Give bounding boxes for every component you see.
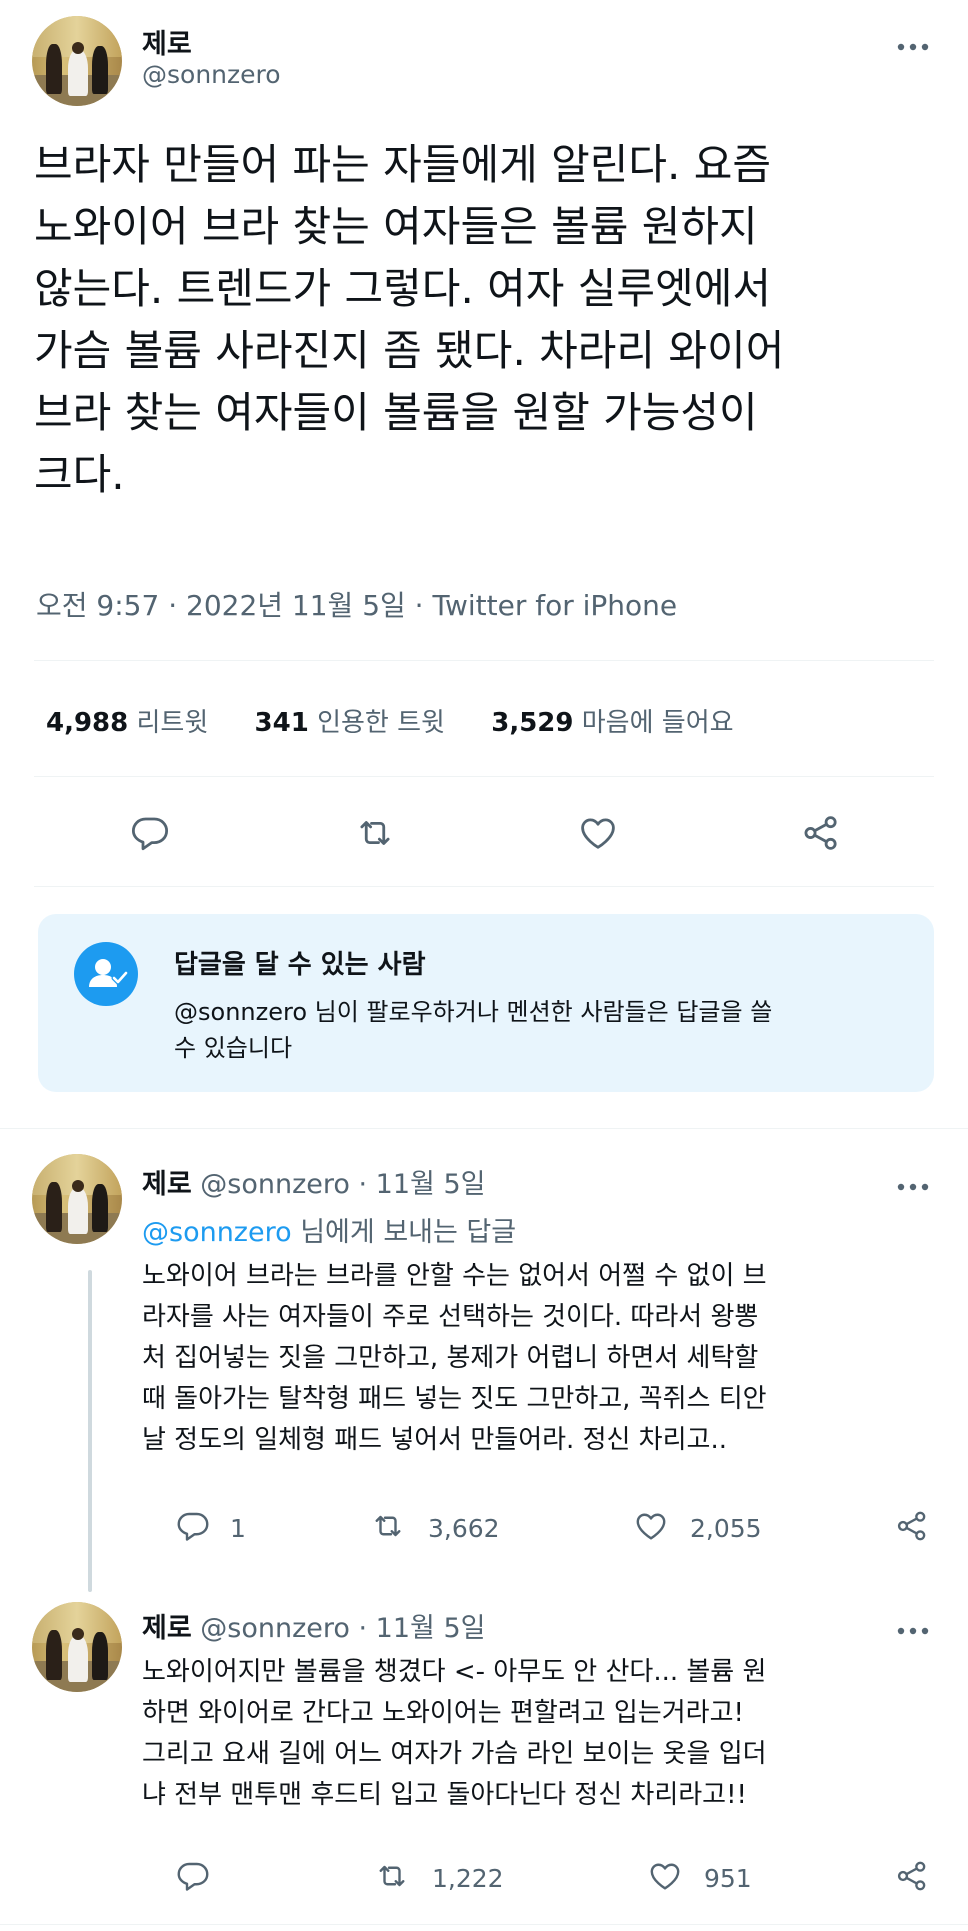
heart-icon[interactable] — [576, 812, 620, 854]
retweet-icon[interactable] — [368, 1508, 408, 1548]
reply-text-line: 라자를 사는 여자들이 주로 선택하는 것이다. 따라서 왕뽕 — [142, 1302, 759, 1332]
person-check-icon — [74, 942, 138, 1006]
avatar[interactable] — [32, 1602, 122, 1692]
reply-text-line: 그리고 요새 길에 어느 여자가 가슴 라인 보이는 옷을 입더 — [142, 1739, 767, 1769]
quote-stat[interactable]: 341 인용한 트윗 — [255, 708, 454, 738]
reply-text: 노와이어지만 볼륨을 챙겼다 <- 아무도 안 산다... 볼륨 원 하면 와이… — [142, 1652, 767, 1816]
like-stat[interactable]: 3,529 마음에 들어요 — [491, 708, 733, 738]
divider — [34, 660, 934, 661]
divider — [34, 776, 934, 777]
heart-icon[interactable] — [646, 1858, 684, 1898]
tweet-text-line: 크다. — [34, 450, 125, 499]
replying-to-handle[interactable]: @sonnzero — [142, 1217, 292, 1248]
retweet-count: 1,222 — [432, 1863, 504, 1893]
retweet-count: 4,988 — [46, 708, 129, 738]
reply-count: 1 — [230, 1513, 246, 1543]
retweet-icon[interactable] — [372, 1858, 412, 1898]
tweet-text: 브라자 만들어 파는 자들에게 알린다. 요즘 노와이어 브라 찾는 여자들은 … — [34, 134, 944, 506]
tweet-text-line: 노와이어 브라 찾는 여자들은 볼륨 원하지 — [34, 202, 758, 251]
heart-icon[interactable] — [632, 1508, 670, 1548]
notice-body: @sonnzero 님이 팔로우하거나 멘션한 사람들은 답글을 쓸 수 있습니… — [174, 994, 772, 1066]
share-icon[interactable] — [800, 812, 842, 854]
avatar[interactable] — [32, 16, 122, 106]
tweet-text-line: 않는다. 트렌드가 그렇다. 여자 실루엣에서 — [34, 264, 771, 313]
retweet-count: 3,662 — [428, 1513, 500, 1543]
reply-text-line: 때 돌아가는 탈착형 패드 넣는 짓도 그만하고, 꼭쥐스 티안 — [142, 1384, 767, 1414]
reply-action[interactable]: 1 — [174, 1508, 246, 1548]
like-count: 2,055 — [690, 1513, 762, 1543]
tweet-text-line: 브라자 만들어 파는 자들에게 알린다. 요즘 — [34, 140, 771, 189]
reply-action[interactable] — [174, 1858, 230, 1898]
reply-header: 제로 @sonnzero · 11월 5일 — [142, 1162, 485, 1201]
avatar[interactable] — [32, 1154, 122, 1244]
more-dots-icon[interactable] — [896, 34, 930, 54]
share-icon[interactable] — [894, 1508, 930, 1548]
divider — [34, 886, 934, 887]
replying-to: @sonnzero 님에게 보내는 답글 — [142, 1210, 516, 1249]
more-dots-icon[interactable] — [896, 1618, 930, 1638]
display-name[interactable]: 제로 — [142, 1613, 192, 1644]
reply-text-line: 하면 와이어로 간다고 노와이어는 편할려고 입는거라고! — [142, 1698, 744, 1728]
reply-text-line: 노와이어지만 볼륨을 챙겼다 <- 아무도 안 산다... 볼륨 원 — [142, 1657, 767, 1687]
retweet-stat[interactable]: 4,988 리트윗 — [46, 708, 217, 738]
reply-text-line: 냐 전부 맨투맨 후드티 입고 돌아다닌다 정신 차리라고!! — [142, 1780, 747, 1810]
reply-text-line: 노와이어 브라는 브라를 안할 수는 없어서 어쩔 수 없이 브 — [142, 1261, 767, 1291]
user-handle[interactable]: @sonnzero — [142, 60, 281, 89]
display-name[interactable]: 제로 — [142, 1169, 192, 1200]
reply-text-line: 날 정도의 일체형 패드 넣어서 만들어라. 정신 차리고.. — [142, 1425, 727, 1455]
replying-to-suffix: 님에게 보내는 답글 — [300, 1217, 517, 1248]
retweet-label: 리트윗 — [136, 708, 209, 738]
like-count: 951 — [704, 1863, 752, 1893]
retweet-action[interactable]: 1,222 — [372, 1858, 504, 1898]
reply-header: 제로 @sonnzero · 11월 5일 — [142, 1606, 485, 1645]
thread-line — [88, 1270, 92, 1592]
reply-restriction-notice: 답글을 달 수 있는 사람 @sonnzero 님이 팔로우하거나 멘션한 사람… — [38, 914, 934, 1092]
retweet-icon[interactable] — [352, 812, 398, 854]
reply-bubble-icon[interactable] — [174, 1858, 212, 1898]
user-handle[interactable]: @sonnzero — [200, 1613, 350, 1644]
display-name[interactable]: 제로 — [142, 22, 192, 61]
reply-date[interactable]: · 11월 5일 — [359, 1169, 486, 1200]
reply-bubble-icon[interactable] — [174, 1508, 212, 1548]
bottom-divider — [0, 1924, 968, 1925]
reply-text-line: 처 집어넣는 짓을 그만하고, 봉제가 어렵니 하면서 세탁할 — [142, 1343, 759, 1373]
reply-bubble-icon[interactable] — [128, 812, 172, 854]
notice-title: 답글을 달 수 있는 사람 — [174, 950, 426, 980]
reply-text: 노와이어 브라는 브라를 안할 수는 없어서 어쩔 수 없이 브 라자를 사는 … — [142, 1256, 767, 1461]
section-divider — [0, 1128, 968, 1129]
like-label: 마음에 들어요 — [581, 708, 734, 738]
reply-date[interactable]: · 11월 5일 — [359, 1613, 486, 1644]
tweet-timestamp[interactable]: 오전 9:57 · 2022년 11월 5일 · Twitter for iPh… — [36, 584, 677, 624]
more-dots-icon[interactable] — [896, 1174, 930, 1194]
tweet-text-line: 가슴 볼륨 사라진지 좀 됐다. 차라리 와이어 — [34, 326, 785, 375]
like-action[interactable]: 2,055 — [632, 1508, 762, 1548]
tweet-stats: 4,988 리트윗 341 인용한 트윗 3,529 마음에 들어요 — [46, 702, 734, 739]
notice-line: 수 있습니다 — [174, 1034, 293, 1062]
quote-count: 341 — [254, 708, 309, 738]
share-icon[interactable] — [894, 1858, 930, 1898]
tweet-text-line: 브라 찾는 여자들이 볼륨을 원할 가능성이 — [34, 388, 758, 437]
retweet-action[interactable]: 3,662 — [368, 1508, 500, 1548]
like-action[interactable]: 951 — [646, 1858, 752, 1898]
notice-line: @sonnzero 님이 팔로우하거나 멘션한 사람들은 답글을 쓸 — [174, 998, 773, 1026]
like-count: 3,529 — [491, 708, 574, 738]
quote-label: 인용한 트윗 — [317, 708, 445, 738]
user-handle[interactable]: @sonnzero — [200, 1169, 350, 1200]
